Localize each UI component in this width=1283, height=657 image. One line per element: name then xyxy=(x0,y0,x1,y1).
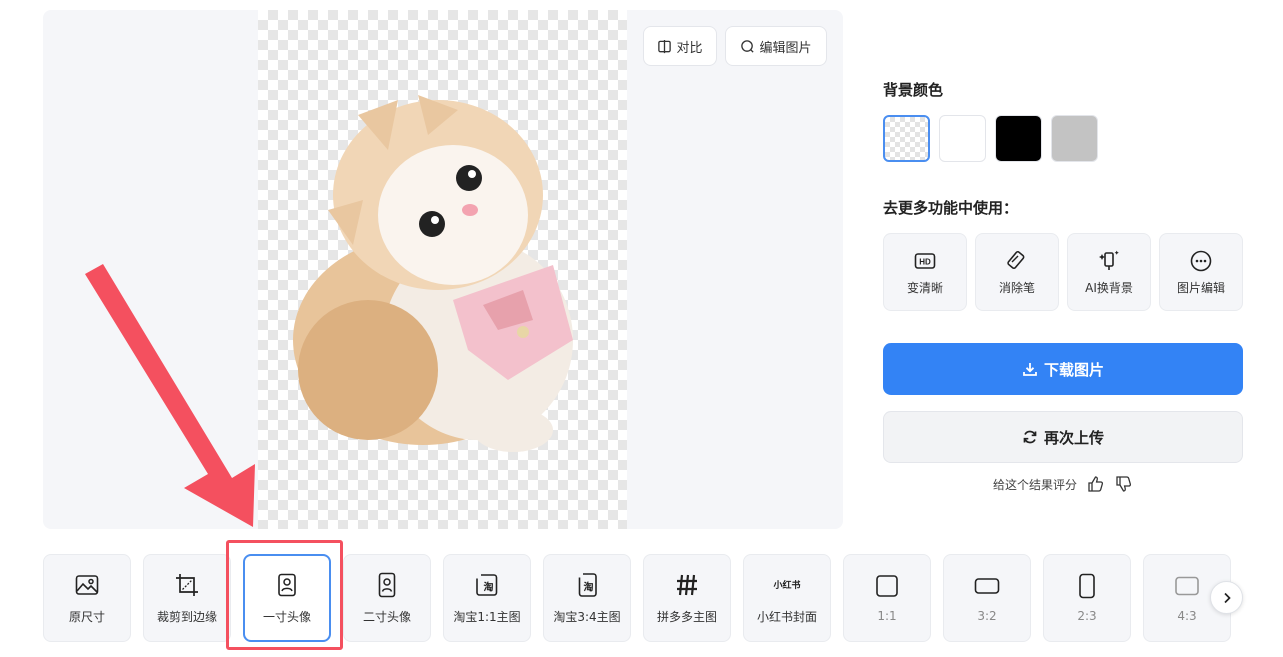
size-ratio-3-2[interactable]: 3:2 xyxy=(943,554,1031,642)
pinduoduo-icon xyxy=(677,574,697,595)
size-one-inch[interactable]: 一寸头像 xyxy=(243,554,331,642)
portrait-icon xyxy=(278,573,296,596)
reupload-label: 再次上传 xyxy=(1043,428,1104,447)
ai-background-icon xyxy=(1099,250,1119,270)
size-two-inch-label: 二寸头像 xyxy=(362,609,411,624)
size-pinduoduo-label: 拼多多主图 xyxy=(656,609,717,624)
swatch-transparent[interactable] xyxy=(883,115,930,162)
svg-text:淘: 淘 xyxy=(484,580,494,593)
size-one-inch-label: 一寸头像 xyxy=(262,609,311,624)
download-label: 下载图片 xyxy=(1043,360,1104,379)
landscape-ratio-icon xyxy=(1175,576,1199,596)
size-original[interactable]: 原尺寸 xyxy=(43,554,131,642)
size-original-label: 原尺寸 xyxy=(68,609,105,624)
size-xiaohongshu[interactable]: 小红书 小红书封面 xyxy=(743,554,831,642)
size-ratio-3-2-label: 3:2 xyxy=(977,609,997,623)
eraser-icon xyxy=(1007,250,1025,269)
size-crop-edge[interactable]: 裁剪到边缘 xyxy=(143,554,231,642)
size-taobao-3-4[interactable]: 淘 淘宝3:4主图 xyxy=(543,554,631,642)
crop-icon xyxy=(176,573,198,596)
portrait-ratio-icon xyxy=(1079,573,1095,599)
size-two-inch[interactable]: 二寸头像 xyxy=(343,554,431,642)
size-preset-strip: 原尺寸 裁剪到边缘 一寸头像 二寸头像 淘 淘宝1:1主图 淘 淘宝3:4主图 … xyxy=(43,554,1233,642)
hd-icon: HD xyxy=(914,252,936,269)
compare-icon xyxy=(658,39,672,53)
rating-label: 给这个结果评分 xyxy=(992,477,1077,492)
size-pinduoduo[interactable]: 拼多多主图 xyxy=(643,554,731,642)
size-ratio-1-1-label: 1:1 xyxy=(877,609,897,623)
swatch-black[interactable] xyxy=(995,115,1042,162)
svg-text:淘: 淘 xyxy=(584,580,594,593)
size-crop-edge-label: 裁剪到边缘 xyxy=(156,609,217,624)
rating-row: 给这个结果评分 xyxy=(883,472,1243,496)
chevron-right-icon xyxy=(1223,592,1231,603)
edit-image-button[interactable]: 编辑图片 xyxy=(725,26,827,66)
download-button[interactable]: 下载图片 xyxy=(883,343,1243,395)
size-taobao-1-1[interactable]: 淘 淘宝1:1主图 xyxy=(443,554,531,642)
tool-ai-background-label: AI换背景 xyxy=(1085,280,1133,295)
tool-ai-background[interactable]: AI换背景 xyxy=(1067,233,1151,311)
tool-enhance[interactable]: HD 变清晰 xyxy=(883,233,967,311)
xiaohongshu-icon: 小红书 xyxy=(773,581,801,591)
background-color-title: 背景颜色 xyxy=(883,81,944,99)
taobao-tall-icon: 淘 xyxy=(578,572,597,597)
reupload-button[interactable]: 再次上传 xyxy=(883,411,1243,463)
size-ratio-1-1[interactable]: 1:1 xyxy=(843,554,931,642)
cat-image xyxy=(293,95,573,452)
square-ratio-icon xyxy=(876,575,898,597)
thumbs-down-icon[interactable] xyxy=(1115,475,1133,493)
more-circle-icon xyxy=(1190,250,1212,271)
svg-text:HD: HD xyxy=(919,257,931,266)
tool-image-edit[interactable]: 图片编辑 xyxy=(1159,233,1243,311)
portrait-tall-icon xyxy=(378,572,396,597)
image-icon xyxy=(75,574,99,595)
more-features-title: 去更多功能中使用： xyxy=(883,199,1019,217)
image-preview: 对比 编辑图片 xyxy=(43,10,843,529)
swatch-white[interactable] xyxy=(939,115,986,162)
size-ratio-4-3-label: 4:3 xyxy=(1177,609,1197,623)
size-ratio-2-3[interactable]: 2:3 xyxy=(1043,554,1131,642)
download-icon xyxy=(1023,363,1037,376)
taobao-icon: 淘 xyxy=(476,573,498,596)
edit-image-label: 编辑图片 xyxy=(759,40,812,56)
next-presets-button[interactable] xyxy=(1210,581,1243,614)
tool-eraser[interactable]: 消除笔 xyxy=(975,233,1059,311)
tool-image-edit-label: 图片编辑 xyxy=(1176,280,1225,295)
size-taobao-1-1-label: 淘宝1:1主图 xyxy=(453,609,521,624)
refresh-icon xyxy=(1023,430,1037,444)
compare-label: 对比 xyxy=(676,40,703,56)
compare-button[interactable]: 对比 xyxy=(643,26,717,66)
landscape-ratio-icon xyxy=(974,578,1000,594)
transparent-canvas xyxy=(258,10,627,529)
size-taobao-3-4-label: 淘宝3:4主图 xyxy=(553,609,621,624)
thumbs-up-icon[interactable] xyxy=(1087,475,1105,493)
size-xiaohongshu-label: 小红书封面 xyxy=(756,609,817,624)
swatch-gray[interactable] xyxy=(1051,115,1098,162)
edit-bubble-icon xyxy=(741,39,755,53)
tool-enhance-label: 变清晰 xyxy=(906,280,943,295)
size-ratio-2-3-label: 2:3 xyxy=(1077,609,1097,623)
tool-eraser-label: 消除笔 xyxy=(998,280,1035,295)
